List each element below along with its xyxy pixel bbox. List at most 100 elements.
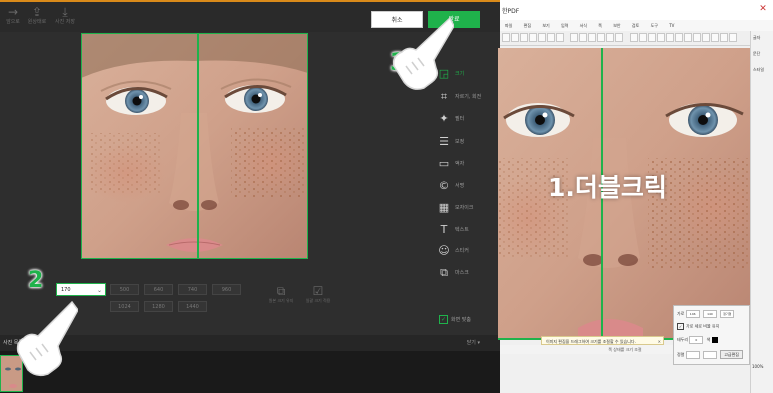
menu-item-label: 마스크 bbox=[455, 270, 469, 276]
format-button[interactable] bbox=[588, 33, 596, 42]
size-preset[interactable]: 1280 bbox=[144, 301, 173, 312]
menu-item-label: 텍스트 bbox=[455, 227, 469, 233]
height-field[interactable]: 140 bbox=[702, 310, 717, 318]
size-preset[interactable]: 640 bbox=[144, 284, 173, 295]
chevron-down-icon: ⌄ bbox=[96, 287, 102, 294]
justify-button[interactable] bbox=[547, 33, 555, 42]
width-field[interactable]: 146 bbox=[685, 310, 700, 318]
menu-item-adjust[interactable]: ☰ 보정 bbox=[436, 136, 500, 152]
size-preset[interactable]: 960 bbox=[212, 284, 241, 295]
fit-label: 화면 맞춤 bbox=[451, 317, 471, 323]
check-icon: ✓ bbox=[677, 323, 684, 330]
menu-item-signature[interactable]: © 서명 bbox=[436, 180, 500, 196]
format-button[interactable] bbox=[597, 33, 605, 42]
menu-item-mask[interactable]: ⧉ 마스크 bbox=[436, 267, 500, 283]
color-swatch[interactable] bbox=[711, 337, 718, 343]
format-button[interactable] bbox=[666, 33, 674, 42]
mosaic-icon: ▦ bbox=[438, 201, 450, 214]
download-button[interactable]: ⤓ 사진 저장 bbox=[50, 6, 80, 26]
format-toolbar bbox=[500, 31, 773, 46]
menu-item[interactable]: 서식 bbox=[580, 23, 587, 28]
align-option[interactable] bbox=[685, 351, 700, 359]
menu-item[interactable]: 보기 bbox=[542, 23, 549, 28]
format-button[interactable] bbox=[579, 33, 587, 42]
resize-guide-line[interactable] bbox=[197, 33, 199, 259]
align-left-button[interactable] bbox=[520, 33, 528, 42]
zoom-label: 100% bbox=[752, 364, 764, 369]
share-button[interactable]: ⇪ 원상태로 bbox=[22, 6, 52, 26]
align-row: 정렬 고급편집 bbox=[677, 350, 743, 359]
sticker-icon: ☺ bbox=[438, 244, 450, 257]
batch-apply-option[interactable]: ☑ 일괄 크기 적용 bbox=[298, 285, 338, 305]
format-button[interactable] bbox=[570, 33, 578, 42]
format-button[interactable] bbox=[648, 33, 656, 42]
size-preset[interactable]: 1440 bbox=[178, 301, 207, 312]
keep-ratio-row[interactable]: ✓ 가로 세로 비율 유지 bbox=[677, 323, 719, 330]
format-button[interactable] bbox=[720, 33, 728, 42]
format-button[interactable] bbox=[511, 33, 519, 42]
format-button[interactable] bbox=[711, 33, 719, 42]
filmstrip-toggle[interactable]: 닫기 ▾ bbox=[467, 339, 480, 346]
size-type-field[interactable]: 정기형 bbox=[720, 310, 735, 318]
align-option[interactable] bbox=[702, 351, 717, 359]
layers-icon: ⧉ bbox=[440, 266, 448, 279]
menu-item[interactable]: 도구 bbox=[651, 23, 658, 28]
size-select[interactable]: 170 ⌄ bbox=[56, 283, 106, 296]
keep-ratio-label: 가로 세로 비율 유지 bbox=[686, 323, 720, 329]
menu-item[interactable]: 파일 bbox=[505, 23, 512, 28]
keep-original-option[interactable]: ⧉ 원본 크기 유지 bbox=[261, 285, 301, 305]
menu-item[interactable]: TV bbox=[669, 23, 674, 28]
format-button[interactable] bbox=[639, 33, 647, 42]
copyright-icon: © bbox=[438, 179, 450, 192]
menu-item-label: 자르기, 회전 bbox=[455, 94, 482, 100]
size-row: 가로 146 140 정기형 bbox=[677, 310, 736, 318]
format-button[interactable] bbox=[502, 33, 510, 42]
border-field[interactable]: 0 bbox=[689, 336, 704, 344]
sidebar-label[interactable]: 글자 bbox=[753, 35, 760, 41]
align-center-button[interactable] bbox=[529, 33, 537, 42]
fit-screen-checkbox[interactable]: ✓ 화면 맞춤 bbox=[439, 315, 471, 325]
format-button[interactable] bbox=[606, 33, 614, 42]
sidebar-label[interactable]: 스타일 bbox=[753, 67, 764, 73]
format-button[interactable] bbox=[684, 33, 692, 42]
size-preset[interactable]: 740 bbox=[178, 284, 207, 295]
menu-item[interactable]: 편집 bbox=[524, 23, 531, 28]
format-button[interactable] bbox=[675, 33, 683, 42]
size-preset[interactable]: 500 bbox=[110, 284, 139, 295]
sidebar-label[interactable]: 문단 bbox=[753, 51, 760, 57]
photo-canvas[interactable] bbox=[81, 33, 308, 259]
color-label: 색 bbox=[706, 337, 711, 342]
format-button[interactable] bbox=[657, 33, 665, 42]
close-icon[interactable]: ✕ bbox=[658, 337, 661, 344]
menu-item-mosaic[interactable]: ▦ 모자이크 bbox=[436, 202, 500, 218]
menu-item-sticker[interactable]: ☺ 스티커 bbox=[436, 245, 500, 261]
format-button[interactable] bbox=[693, 33, 701, 42]
frame-icon: ▭ bbox=[438, 157, 450, 170]
size-preset[interactable]: 1024 bbox=[110, 301, 139, 312]
menu-item-filter[interactable]: ✦ 필터 bbox=[436, 113, 500, 129]
share-icon: ⇪ bbox=[31, 5, 43, 19]
format-button[interactable] bbox=[556, 33, 564, 42]
double-click-annotation: 1.더블크릭 bbox=[548, 173, 667, 202]
menu-item-frame[interactable]: ▭ 액자 bbox=[436, 158, 500, 174]
menu-item[interactable]: 입력 bbox=[561, 23, 568, 28]
close-icon[interactable]: ✕ bbox=[756, 2, 770, 16]
menu-item-label: 액자 bbox=[455, 161, 465, 167]
option-label: 원본 크기 유지 bbox=[268, 298, 294, 303]
format-button[interactable] bbox=[630, 33, 638, 42]
menu-item-text[interactable]: T 텍스트 bbox=[436, 224, 500, 240]
format-button[interactable] bbox=[729, 33, 737, 42]
tooltip-text: 이미지 편집을 드래그하여 크기를 조절할 수 있습니다. bbox=[546, 339, 636, 344]
text-icon: T bbox=[440, 223, 448, 236]
format-button[interactable] bbox=[702, 33, 710, 42]
menu-item-label: 서명 bbox=[455, 183, 465, 189]
menu-item[interactable]: 쪽 bbox=[598, 23, 602, 28]
option-label: 일괄 크기 적용 bbox=[305, 298, 331, 303]
document-titlebar: 한PDF ✕ bbox=[500, 0, 773, 21]
format-button[interactable] bbox=[615, 33, 623, 42]
advanced-edit-button[interactable]: 고급편집 bbox=[720, 350, 743, 359]
align-right-button[interactable] bbox=[538, 33, 546, 42]
menu-item[interactable]: 보안 bbox=[613, 23, 620, 28]
copy-icon: ⧉ bbox=[276, 284, 286, 298]
menu-item[interactable]: 검토 bbox=[632, 23, 639, 28]
